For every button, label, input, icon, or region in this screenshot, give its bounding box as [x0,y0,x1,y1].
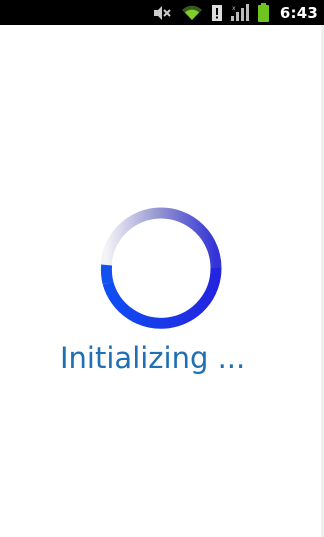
main-content: Initializing ... [0,25,324,537]
mute-icon [152,5,172,21]
battery-icon [257,3,269,22]
alert-icon [211,4,222,21]
status-clock: 6:43 [279,3,318,22]
svg-text:x: x [232,5,236,12]
wifi-icon [181,4,203,21]
status-bar: x 6:43 [0,0,324,25]
initializing-message: Initializing ... [60,341,246,375]
loading-spinner [96,203,226,333]
signal-icon: x [230,4,249,21]
